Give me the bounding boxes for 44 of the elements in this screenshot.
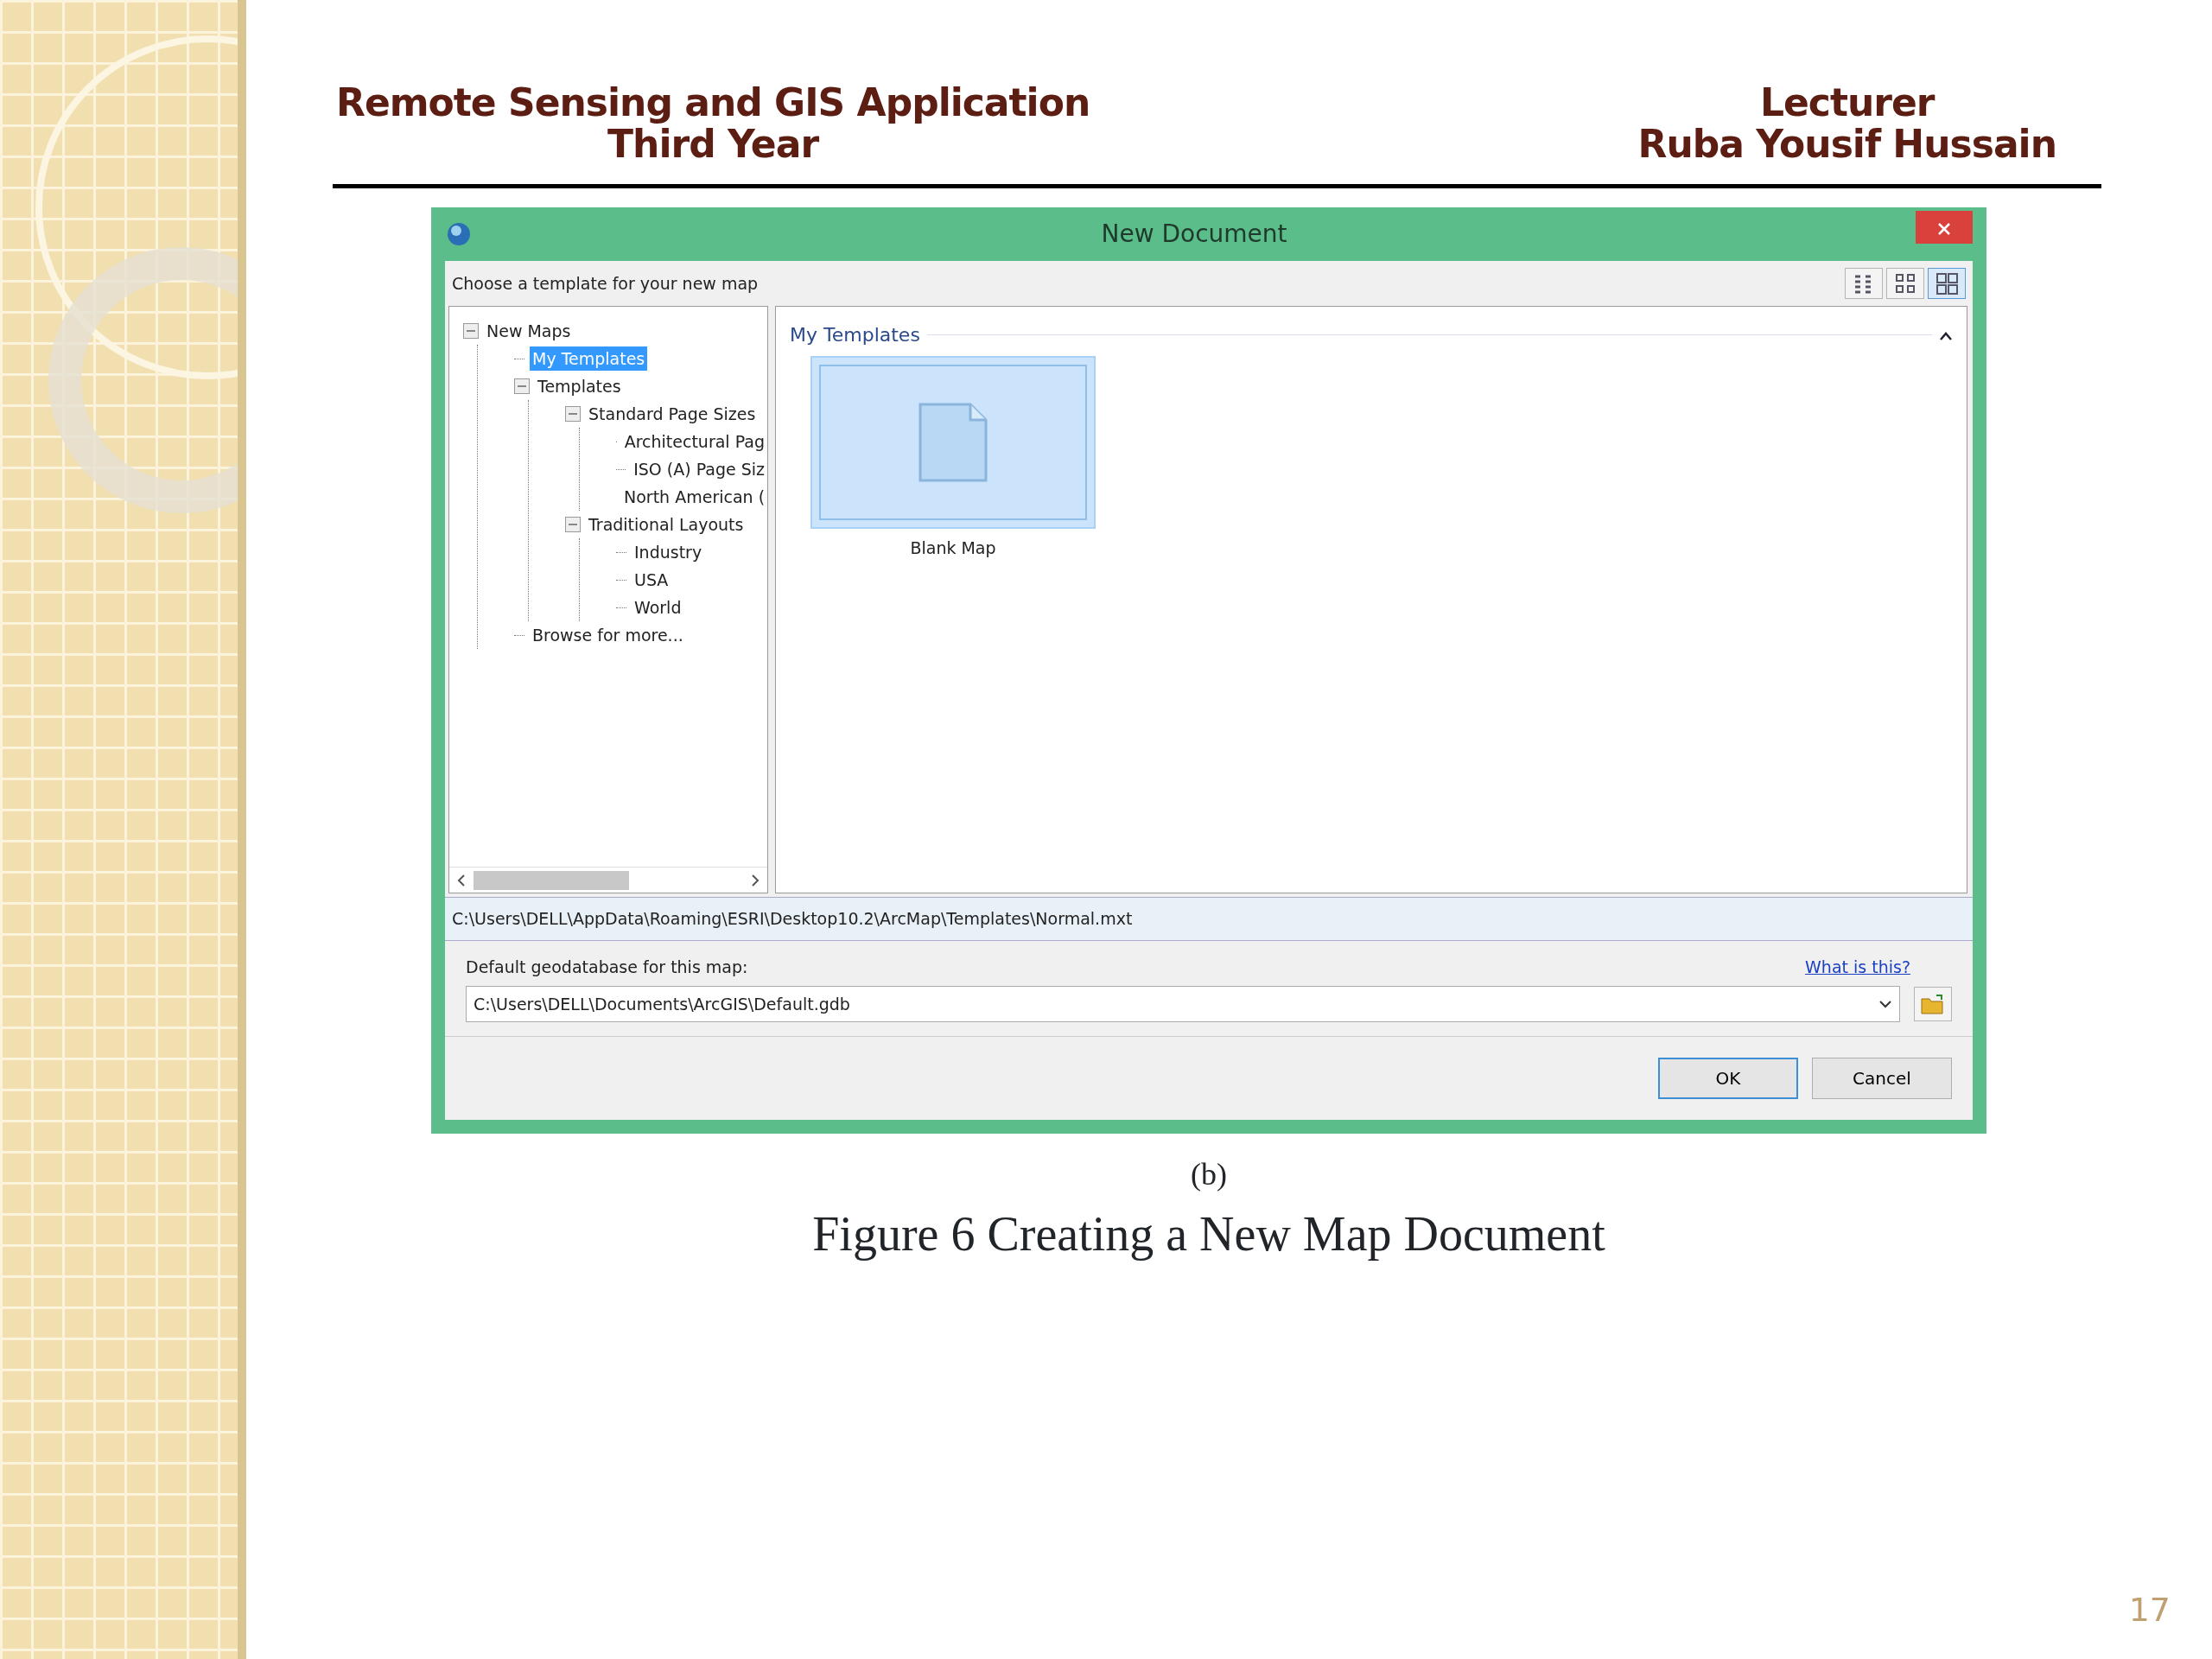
- page-number: 17: [2128, 1590, 2171, 1630]
- dialog-title: New Document: [1101, 219, 1287, 248]
- chevron-down-icon: [1878, 1000, 1892, 1008]
- collapse-toggle-icon[interactable]: [463, 323, 479, 339]
- scrollbar-thumb[interactable]: [474, 870, 629, 890]
- group-title: My Templates: [790, 323, 920, 347]
- tree-item[interactable]: Browse for more...: [530, 622, 686, 648]
- tree-item[interactable]: USA: [632, 567, 671, 593]
- tree-item[interactable]: Templates: [535, 373, 624, 399]
- ok-button[interactable]: OK: [1658, 1058, 1798, 1099]
- template-label: Blank Map: [910, 537, 996, 559]
- collapse-toggle-icon[interactable]: [565, 517, 581, 532]
- geodatabase-dropdown[interactable]: C:\Users\DELL\Documents\ArcGIS\Default.gdb: [466, 986, 1900, 1022]
- help-link[interactable]: What is this?: [1805, 954, 1910, 979]
- close-icon: [1937, 221, 1951, 236]
- header-author: Lecturer: [1760, 80, 1935, 124]
- tree-item[interactable]: Architectural Pag: [621, 429, 767, 454]
- header-author: Ruba Yousif Hussain: [1637, 122, 2056, 166]
- tree-item[interactable]: World: [632, 594, 684, 620]
- geodatabase-label: Default geodatabase for this map:: [466, 956, 748, 978]
- tree-item[interactable]: New Maps: [484, 318, 574, 344]
- horizontal-scrollbar[interactable]: [449, 867, 767, 893]
- collapse-toggle-icon[interactable]: [514, 378, 530, 394]
- prompt-text: Choose a template for your new map: [452, 272, 759, 295]
- view-button[interactable]: [1886, 268, 1924, 299]
- view-button[interactable]: [1845, 268, 1883, 299]
- blank-document-icon: [917, 401, 989, 484]
- globe-icon: [445, 220, 473, 248]
- open-folder-button[interactable]: [1914, 987, 1952, 1021]
- cancel-button[interactable]: Cancel: [1812, 1058, 1952, 1099]
- figure-label: (b): [1191, 1157, 1227, 1192]
- header-title: Remote Sensing and GIS Application: [336, 80, 1090, 124]
- tree-item[interactable]: Traditional Layouts: [586, 512, 747, 537]
- tree-item[interactable]: Standard Page Sizes: [586, 401, 759, 427]
- collapse-toggle-icon[interactable]: [565, 406, 581, 422]
- tree-item[interactable]: Industry: [632, 539, 705, 565]
- template-tile[interactable]: [810, 356, 1096, 529]
- close-button[interactable]: [1916, 211, 1973, 244]
- view-button[interactable]: [1928, 268, 1966, 299]
- tree-item[interactable]: ISO (A) Page Siz: [631, 456, 767, 482]
- tree-item[interactable]: North American (: [621, 484, 767, 510]
- template-path: C:\Users\DELL\AppData\Roaming\ESRI\Desktop10.2\ArcMap\Templates\Normal.mxt: [452, 909, 1133, 928]
- folder-icon: [1920, 994, 1946, 1017]
- figure-caption: Figure 6 Creating a New Map Document: [812, 1207, 1605, 1261]
